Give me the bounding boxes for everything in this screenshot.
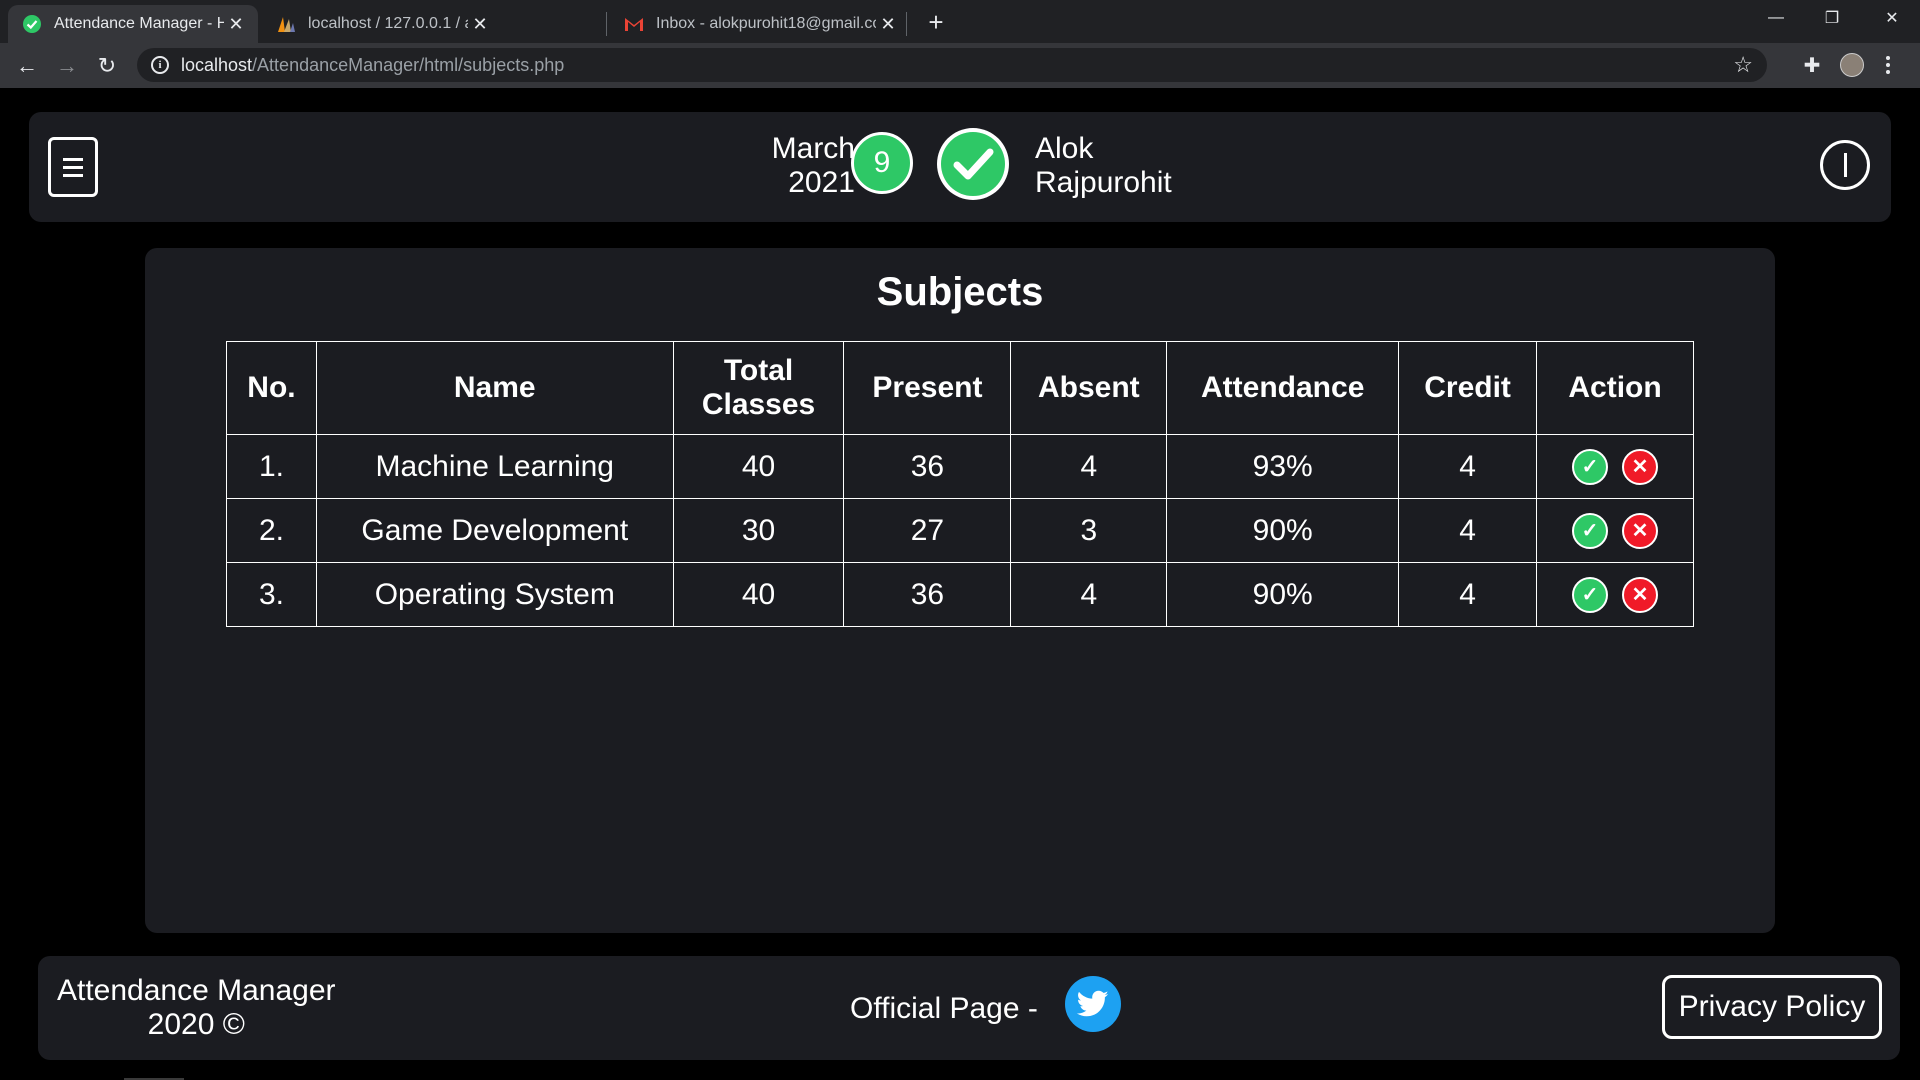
footer-brand-name: Attendance Manager: [57, 974, 336, 1007]
current-date: March 2021: [772, 132, 855, 200]
table-row: 1. Machine Learning 40 36 4 93% 4 ✓ ✕: [226, 434, 1694, 499]
address-bar[interactable]: i localhost/AttendanceManager/html/subje…: [137, 48, 1767, 82]
phpmyadmin-icon: [276, 14, 296, 34]
tab-close-icon[interactable]: ✕: [224, 12, 248, 36]
cell-attendance: 90%: [1166, 562, 1400, 627]
cell-name: Operating System: [315, 562, 674, 627]
mark-absent-cross-icon[interactable]: ✕: [1622, 512, 1659, 549]
back-icon[interactable]: ←: [12, 51, 42, 81]
tab-title: Attendance Manager - Home: [54, 15, 224, 32]
col-header-attendance: Attendance: [1166, 341, 1400, 435]
user-first-name: Alok: [1035, 132, 1094, 165]
gmail-icon: [624, 14, 644, 34]
hamburger-menu-icon[interactable]: [48, 137, 98, 197]
cell-total: 30: [672, 498, 845, 563]
cell-name: Machine Learning: [315, 434, 674, 499]
cell-action: ✓ ✕: [1536, 562, 1694, 627]
col-header-total-classes: Total Classes: [672, 341, 845, 435]
tab-close-icon[interactable]: ✕: [468, 12, 492, 36]
new-tab-icon[interactable]: +: [922, 7, 950, 37]
cell-credit: 4: [1398, 562, 1538, 627]
mark-present-check-icon[interactable]: ✓: [1572, 576, 1609, 613]
app-header: March 2021 9 Alok Rajpurohit: [29, 112, 1891, 222]
mark-present-check-icon[interactable]: ✓: [1572, 512, 1609, 549]
reload-icon[interactable]: ↻: [92, 51, 122, 81]
mark-absent-cross-icon[interactable]: ✕: [1622, 448, 1659, 485]
col-header-total-line2: Classes: [701, 388, 816, 421]
url-host: localhost: [181, 54, 253, 75]
app-logo-check-icon: [937, 128, 1009, 200]
col-header-no: No.: [226, 341, 317, 435]
logout-power-icon[interactable]: [1820, 140, 1870, 190]
footer-brand: Attendance Manager 2020 ©: [57, 974, 336, 1042]
profile-avatar[interactable]: [1840, 53, 1864, 77]
table-row: 3. Operating System 40 36 4 90% 4 ✓ ✕: [226, 562, 1694, 627]
cell-present: 36: [843, 562, 1012, 627]
cell-no: 2.: [226, 498, 317, 563]
cell-action: ✓ ✕: [1536, 498, 1694, 563]
cell-no: 3.: [226, 562, 317, 627]
year-label: 2021: [788, 166, 855, 199]
col-header-total-line1: Total: [723, 354, 794, 387]
col-header-credit: Credit: [1398, 341, 1538, 435]
cell-credit: 4: [1398, 498, 1538, 563]
cell-total: 40: [672, 434, 845, 499]
page: March 2021 9 Alok Rajpurohit Subjects No…: [0, 88, 1920, 1080]
col-header-action: Action: [1536, 341, 1694, 435]
table-row: 2. Game Development 30 27 3 90% 4 ✓ ✕: [226, 498, 1694, 563]
col-header-present: Present: [843, 341, 1012, 435]
cell-absent: 3: [1010, 498, 1168, 563]
forward-icon[interactable]: →: [52, 51, 82, 81]
cell-present: 36: [843, 434, 1012, 499]
mark-absent-cross-icon[interactable]: ✕: [1622, 576, 1659, 613]
month-label: March: [771, 132, 855, 165]
restore-icon[interactable]: ❐: [1804, 0, 1860, 36]
extensions-puzzle-icon[interactable]: ✚: [1799, 52, 1825, 78]
browser-menu-icon[interactable]: [1882, 52, 1894, 78]
minimize-icon[interactable]: —: [1748, 0, 1804, 36]
app-footer: Attendance Manager 2020 © Official Page …: [38, 956, 1900, 1060]
cell-present: 27: [843, 498, 1012, 563]
browser-tab-phpmyadmin[interactable]: localhost / 127.0.0.1 / attendance ✕: [262, 5, 502, 43]
browser-tabstrip: Attendance Manager - Home ✕ localhost / …: [0, 0, 1920, 43]
cell-attendance: 93%: [1166, 434, 1400, 499]
tab-title: localhost / 127.0.0.1 / attendance: [308, 15, 468, 32]
cell-attendance: 90%: [1166, 498, 1400, 563]
browser-tab-gmail[interactable]: Inbox - alokpurohit18@gmail.com ✕: [610, 5, 910, 43]
table-header-row: No. Name Total Classes Present Absent Att…: [226, 341, 1694, 435]
subjects-table: No. Name Total Classes Present Absent Att…: [226, 341, 1694, 627]
col-header-name: Name: [315, 341, 674, 435]
browser-toolbar: ← → ↻ i localhost/AttendanceManager/html…: [0, 43, 1920, 88]
day-badge: 9: [851, 132, 913, 194]
twitter-icon[interactable]: [1065, 976, 1121, 1032]
site-info-icon[interactable]: i: [151, 56, 169, 74]
url-text: localhost/AttendanceManager/html/subject…: [181, 55, 564, 76]
footer-copyright: 2020 ©: [147, 1008, 245, 1041]
tab-close-icon[interactable]: ✕: [876, 12, 900, 36]
cell-absent: 4: [1010, 434, 1168, 499]
col-header-absent: Absent: [1010, 341, 1168, 435]
cell-action: ✓ ✕: [1536, 434, 1694, 499]
cell-name: Game Development: [315, 498, 674, 563]
cell-absent: 4: [1010, 562, 1168, 627]
green-check-icon: [22, 14, 42, 34]
cell-credit: 4: [1398, 434, 1538, 499]
tab-separator: [906, 12, 907, 36]
browser-tab-attendance[interactable]: Attendance Manager - Home ✕: [8, 5, 258, 43]
user-last-name: Rajpurohit: [1035, 166, 1172, 199]
user-name: Alok Rajpurohit: [1035, 132, 1172, 200]
url-path: /AttendanceManager/html/subjects.php: [252, 54, 565, 75]
subjects-panel: Subjects No. Name Total Classes Present A…: [145, 248, 1775, 933]
tab-title: Inbox - alokpurohit18@gmail.com: [656, 15, 876, 32]
cell-total: 40: [672, 562, 845, 627]
window-close-icon[interactable]: ✕: [1864, 0, 1920, 36]
page-title: Subjects: [876, 270, 1044, 314]
privacy-policy-button[interactable]: Privacy Policy: [1662, 975, 1882, 1039]
mark-present-check-icon[interactable]: ✓: [1572, 448, 1609, 485]
tab-separator: [606, 12, 607, 36]
official-page-label: Official Page -: [850, 992, 1038, 1025]
cell-no: 1.: [226, 434, 317, 499]
bookmark-star-icon[interactable]: ☆: [1733, 52, 1753, 78]
